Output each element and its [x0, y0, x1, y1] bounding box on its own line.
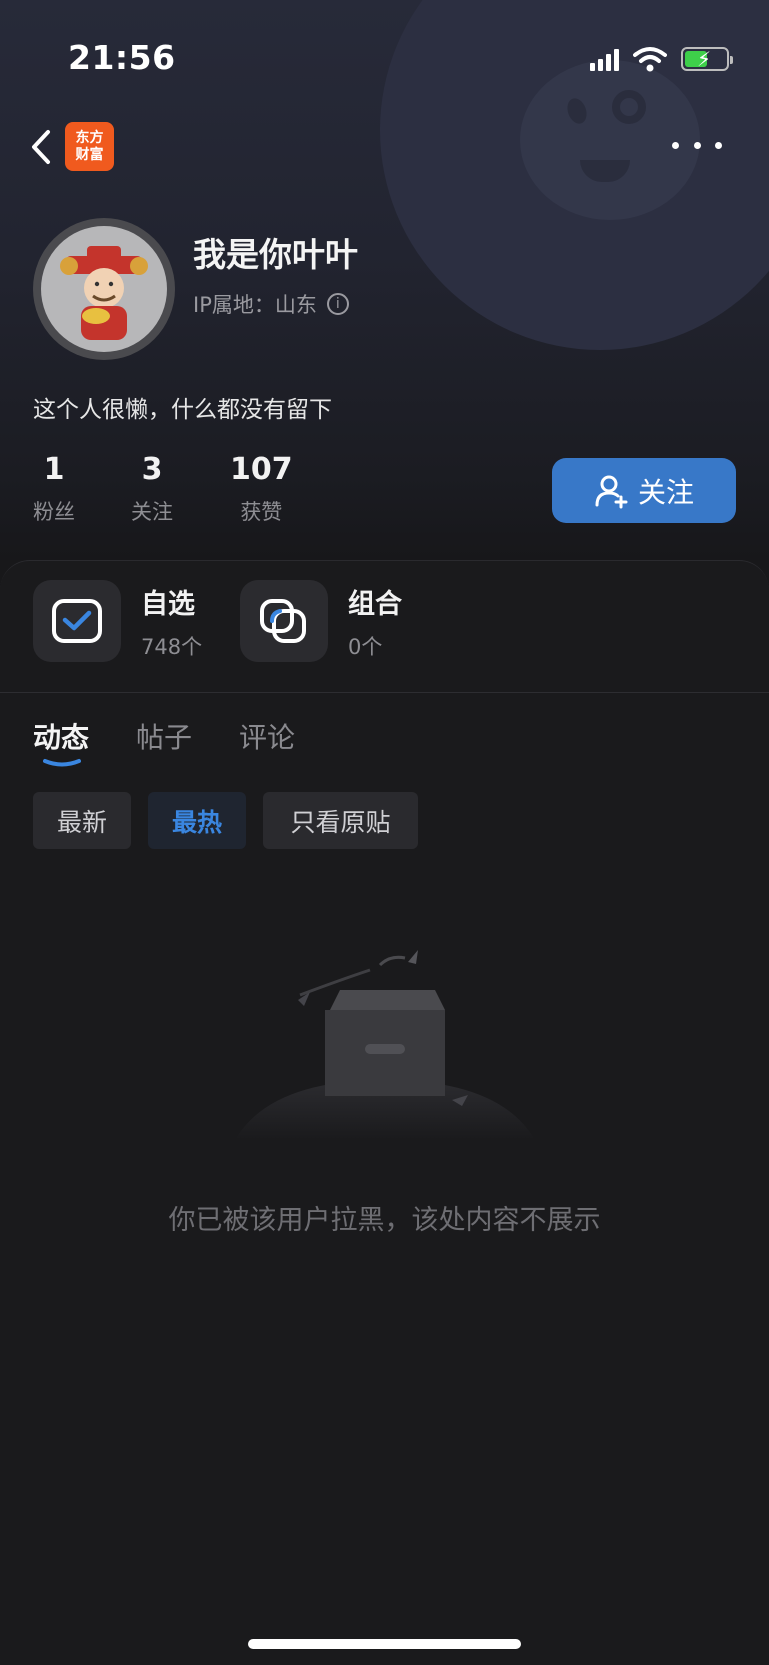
stat-fans[interactable]: 1 粉丝 — [33, 452, 75, 526]
logo-text-line2: 财富 — [75, 146, 104, 163]
ip-location-text: IP属地：山东 — [193, 293, 317, 317]
stat-label: 粉丝 — [33, 500, 75, 524]
stat-label: 获赞 — [240, 500, 283, 524]
stat-likes[interactable]: 107 获赞 — [230, 452, 293, 526]
add-user-icon — [595, 475, 628, 508]
stat-number: 107 — [230, 452, 293, 487]
empty-box-illustration — [235, 950, 535, 1140]
follow-button[interactable]: 关注 — [552, 458, 736, 523]
tab-active-indicator — [43, 759, 81, 767]
divider — [0, 692, 769, 693]
stat-number: 1 — [43, 452, 65, 487]
filter-original-only[interactable]: 只看原贴 — [263, 792, 418, 849]
shortcut-portfolio[interactable]: 组合 0个 — [240, 580, 402, 662]
shortcut-count: 0个 — [348, 634, 383, 659]
filter-latest[interactable]: 最新 — [33, 792, 131, 849]
shortcut-watchlist[interactable]: 自选 748个 — [33, 580, 202, 662]
bio: 这个人很懒，什么都没有留下 — [33, 397, 332, 423]
avatar[interactable] — [33, 218, 175, 360]
wifi-icon — [633, 47, 667, 72]
status-icons: ⚡ — [590, 44, 733, 74]
info-icon[interactable]: i — [326, 293, 349, 315]
stat-following[interactable]: 3 关注 — [131, 452, 173, 526]
ip-location: IP属地：山东 i — [193, 289, 349, 319]
shortcut-title: 自选 — [141, 588, 195, 620]
battery-icon: ⚡ — [681, 47, 733, 71]
empty-state-message: 你已被该用户拉黑，该处内容不展示 — [168, 1205, 601, 1236]
avatar-image — [41, 226, 167, 352]
tab-activity[interactable]: 动态 — [33, 716, 89, 756]
shortcut-count: 748个 — [141, 634, 203, 659]
app-logo[interactable]: 东方 财富 — [65, 122, 114, 171]
watchlist-icon — [33, 580, 121, 662]
status-time: 21:56 — [68, 38, 176, 77]
shortcut-title: 组合 — [348, 588, 402, 620]
stat-number: 3 — [141, 452, 163, 487]
filter-hot[interactable]: 最热 — [148, 792, 246, 849]
cellular-signal-icon — [590, 47, 619, 71]
home-indicator[interactable] — [248, 1639, 521, 1649]
stat-label: 关注 — [131, 500, 173, 524]
tab-posts[interactable]: 帖子 — [136, 716, 192, 756]
tab-comments[interactable]: 评论 — [239, 716, 295, 756]
follow-button-label: 关注 — [637, 475, 694, 509]
back-icon[interactable] — [26, 122, 56, 172]
more-options-icon[interactable] — [672, 130, 722, 160]
profile-page: 21:56 ⚡ 东方 财富 我是你叶叶 IP属地：山东 i 这个人很懒，什么都没… — [0, 0, 769, 1665]
portfolio-icon — [240, 580, 328, 662]
username: 我是你叶叶 — [193, 235, 358, 274]
logo-text-line1: 东方 — [75, 129, 104, 146]
